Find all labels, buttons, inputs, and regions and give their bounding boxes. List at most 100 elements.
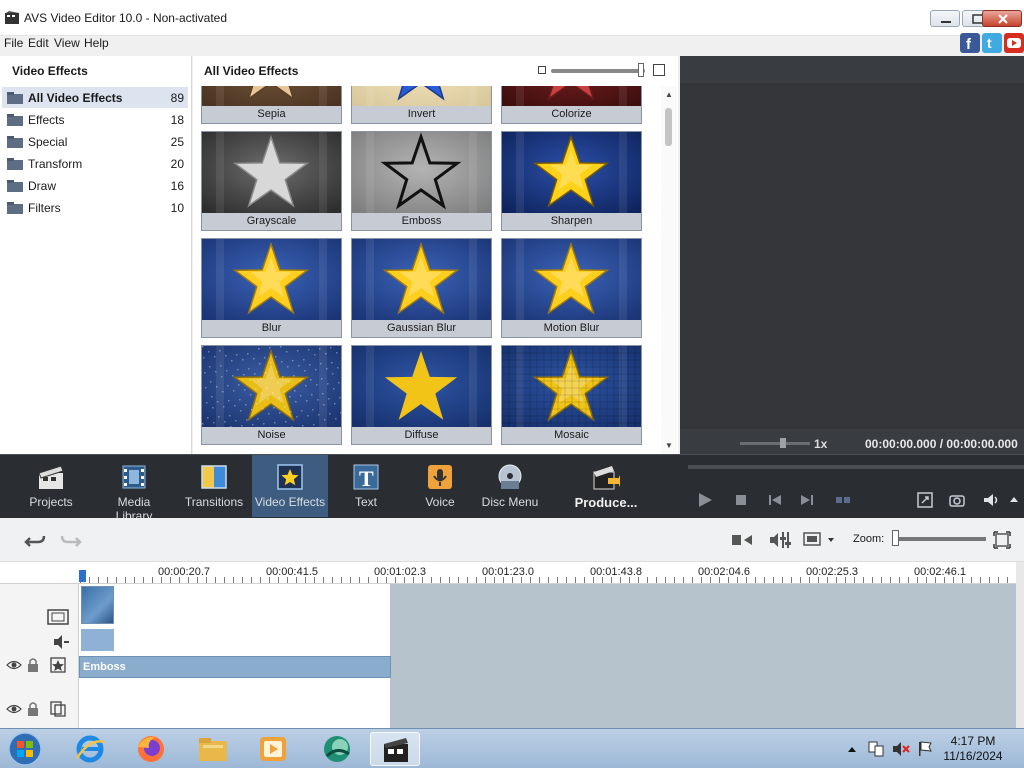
video-clip-audio[interactable] (81, 629, 114, 651)
undo-icon[interactable] (24, 530, 48, 550)
effect-tile-blur[interactable]: Blur (201, 238, 342, 338)
split-icon[interactable] (834, 491, 852, 509)
effect-tile-mosaic[interactable]: Mosaic (501, 345, 642, 445)
stop-icon[interactable] (732, 491, 750, 509)
toolbar-disc-menu-button[interactable]: Disc Menu (478, 455, 542, 517)
folder-icon (7, 136, 23, 148)
timeline-ruler[interactable]: 00:00:20.7 00:00:41.5 00:01:02.3 00:01:23.0… (0, 562, 1016, 584)
effect-track-visibility-icon[interactable] (6, 659, 22, 671)
video-clip[interactable] (81, 586, 114, 624)
effect-track-lock-icon[interactable] (26, 657, 40, 673)
snapshot-icon[interactable] (948, 491, 966, 509)
youtube-icon[interactable] (1004, 33, 1024, 53)
preview-panel: 1x 00:00:00.000 / 00:00:00.000 (680, 56, 1024, 454)
redo-icon[interactable] (58, 530, 82, 550)
scroll-thumb[interactable] (665, 108, 672, 146)
taskbar-media-player[interactable] (248, 732, 298, 766)
category-effects[interactable]: Effects 18 (2, 109, 188, 130)
toolbar-voice-button[interactable]: Voice (404, 455, 476, 517)
text-icon: T (353, 464, 379, 491)
toolbar-projects-button[interactable]: Projects (20, 455, 82, 517)
trim-icon[interactable] (730, 530, 756, 550)
facebook-icon[interactable]: f (960, 33, 980, 53)
effect-tile-sepia[interactable]: Sepia (201, 86, 342, 124)
volume-menu-arrow-icon[interactable] (1008, 491, 1024, 509)
effect-tile-colorize[interactable]: Colorize (501, 86, 642, 124)
preview-progress-bar[interactable] (688, 465, 1024, 469)
thumbnail-size-slider[interactable] (551, 69, 645, 73)
ruler-label: 00:00:20.7 (158, 566, 210, 578)
toolbar-transitions-button[interactable]: Transitions (176, 455, 252, 517)
timeline-tracks[interactable]: Emboss (79, 584, 1016, 728)
category-special[interactable]: Special 25 (2, 131, 188, 152)
playback-speed-slider[interactable] (740, 442, 810, 445)
twitter-icon[interactable]: t (982, 33, 1002, 53)
transitions-icon (201, 465, 227, 489)
toolbar-media-library-button[interactable]: Media Library (98, 455, 170, 523)
text-track-visibility-icon[interactable] (6, 703, 22, 715)
category-all-video-effects[interactable]: All Video Effects 89 (2, 87, 188, 108)
menu-view[interactable]: View (54, 36, 80, 50)
taskbar-explorer[interactable] (188, 732, 238, 766)
disc-menu-icon (498, 464, 522, 489)
zoom-slider[interactable] (895, 537, 986, 541)
zoom-handle[interactable] (892, 530, 899, 546)
thumbnail-size-handle[interactable] (638, 63, 644, 77)
video-track-icon (47, 609, 69, 625)
toolbar-text-button[interactable]: T Text (330, 455, 402, 517)
effect-tile-diffuse[interactable]: Diffuse (351, 345, 492, 445)
svg-text:f: f (966, 36, 972, 53)
menu-file[interactable]: File (4, 36, 23, 50)
minimize-button[interactable] (930, 10, 960, 27)
playhead-marker[interactable] (79, 570, 86, 582)
taskbar-app[interactable] (312, 732, 362, 766)
window-title: AVS Video Editor 10.0 - Non-activated (24, 11, 228, 25)
audio-mixer-icon[interactable] (768, 529, 794, 551)
menu-help[interactable]: Help (84, 36, 109, 50)
category-filters[interactable]: Filters 10 (2, 197, 188, 218)
previous-frame-icon[interactable] (766, 491, 784, 509)
produce-icon (593, 466, 620, 490)
toolbar-produce-button[interactable]: Produce... (566, 455, 646, 517)
scroll-down-icon[interactable]: ▼ (665, 441, 673, 450)
effect-tile-emboss[interactable]: Emboss (351, 131, 492, 231)
text-track-lock-icon[interactable] (26, 701, 40, 717)
category-count: 16 (170, 179, 184, 193)
taskbar-internet-explorer[interactable] (65, 732, 115, 766)
close-button[interactable] (982, 10, 1022, 27)
effect-tile-gaussian-blur[interactable]: Gaussian Blur (351, 238, 492, 338)
category-draw[interactable]: Draw 16 (2, 175, 188, 196)
taskbar-avs-video-editor[interactable] (370, 732, 420, 766)
toolbar-label: Produce... (574, 495, 638, 510)
fit-timeline-icon[interactable] (993, 531, 1011, 549)
effect-clip[interactable]: Emboss (79, 656, 391, 678)
effect-tile-motion-blur[interactable]: Motion Blur (501, 238, 642, 338)
fullscreen-icon[interactable] (916, 491, 934, 509)
small-thumbnails-icon[interactable] (538, 66, 546, 74)
timeline-scrollbar[interactable] (1016, 562, 1024, 728)
large-thumbnails-icon[interactable] (653, 64, 665, 76)
system-tray (848, 741, 932, 757)
system-clock[interactable]: 4:17 PM 11/16/2024 (938, 734, 1008, 764)
effect-preview-icon (202, 86, 341, 106)
storyboard-view-icon[interactable] (802, 530, 838, 550)
menu-edit[interactable]: Edit (28, 36, 49, 50)
ruler-label: 00:02:46.1 (914, 566, 966, 578)
effect-tile-noise[interactable]: Noise (201, 345, 342, 445)
toolbar-video-effects-button[interactable]: Video Effects (252, 455, 328, 517)
category-count: 18 (170, 113, 184, 127)
effect-tile-sharpen[interactable]: Sharpen (501, 131, 642, 231)
playback-speed-handle[interactable] (780, 438, 786, 448)
start-button-icon[interactable] (6, 731, 44, 767)
category-transform[interactable]: Transform 20 (2, 153, 188, 174)
taskbar-firefox[interactable] (126, 732, 176, 766)
grid-scrollbar[interactable]: ▲ ▼ (661, 86, 677, 454)
next-frame-icon[interactable] (798, 491, 816, 509)
category-count: 25 (170, 135, 184, 149)
effect-tile-grayscale[interactable]: Grayscale (201, 131, 342, 231)
effect-tile-invert[interactable]: Invert (351, 86, 492, 124)
category-label: Special (28, 135, 68, 149)
volume-icon[interactable] (982, 491, 1000, 509)
play-icon[interactable] (696, 491, 714, 509)
scroll-up-icon[interactable]: ▲ (665, 90, 673, 99)
